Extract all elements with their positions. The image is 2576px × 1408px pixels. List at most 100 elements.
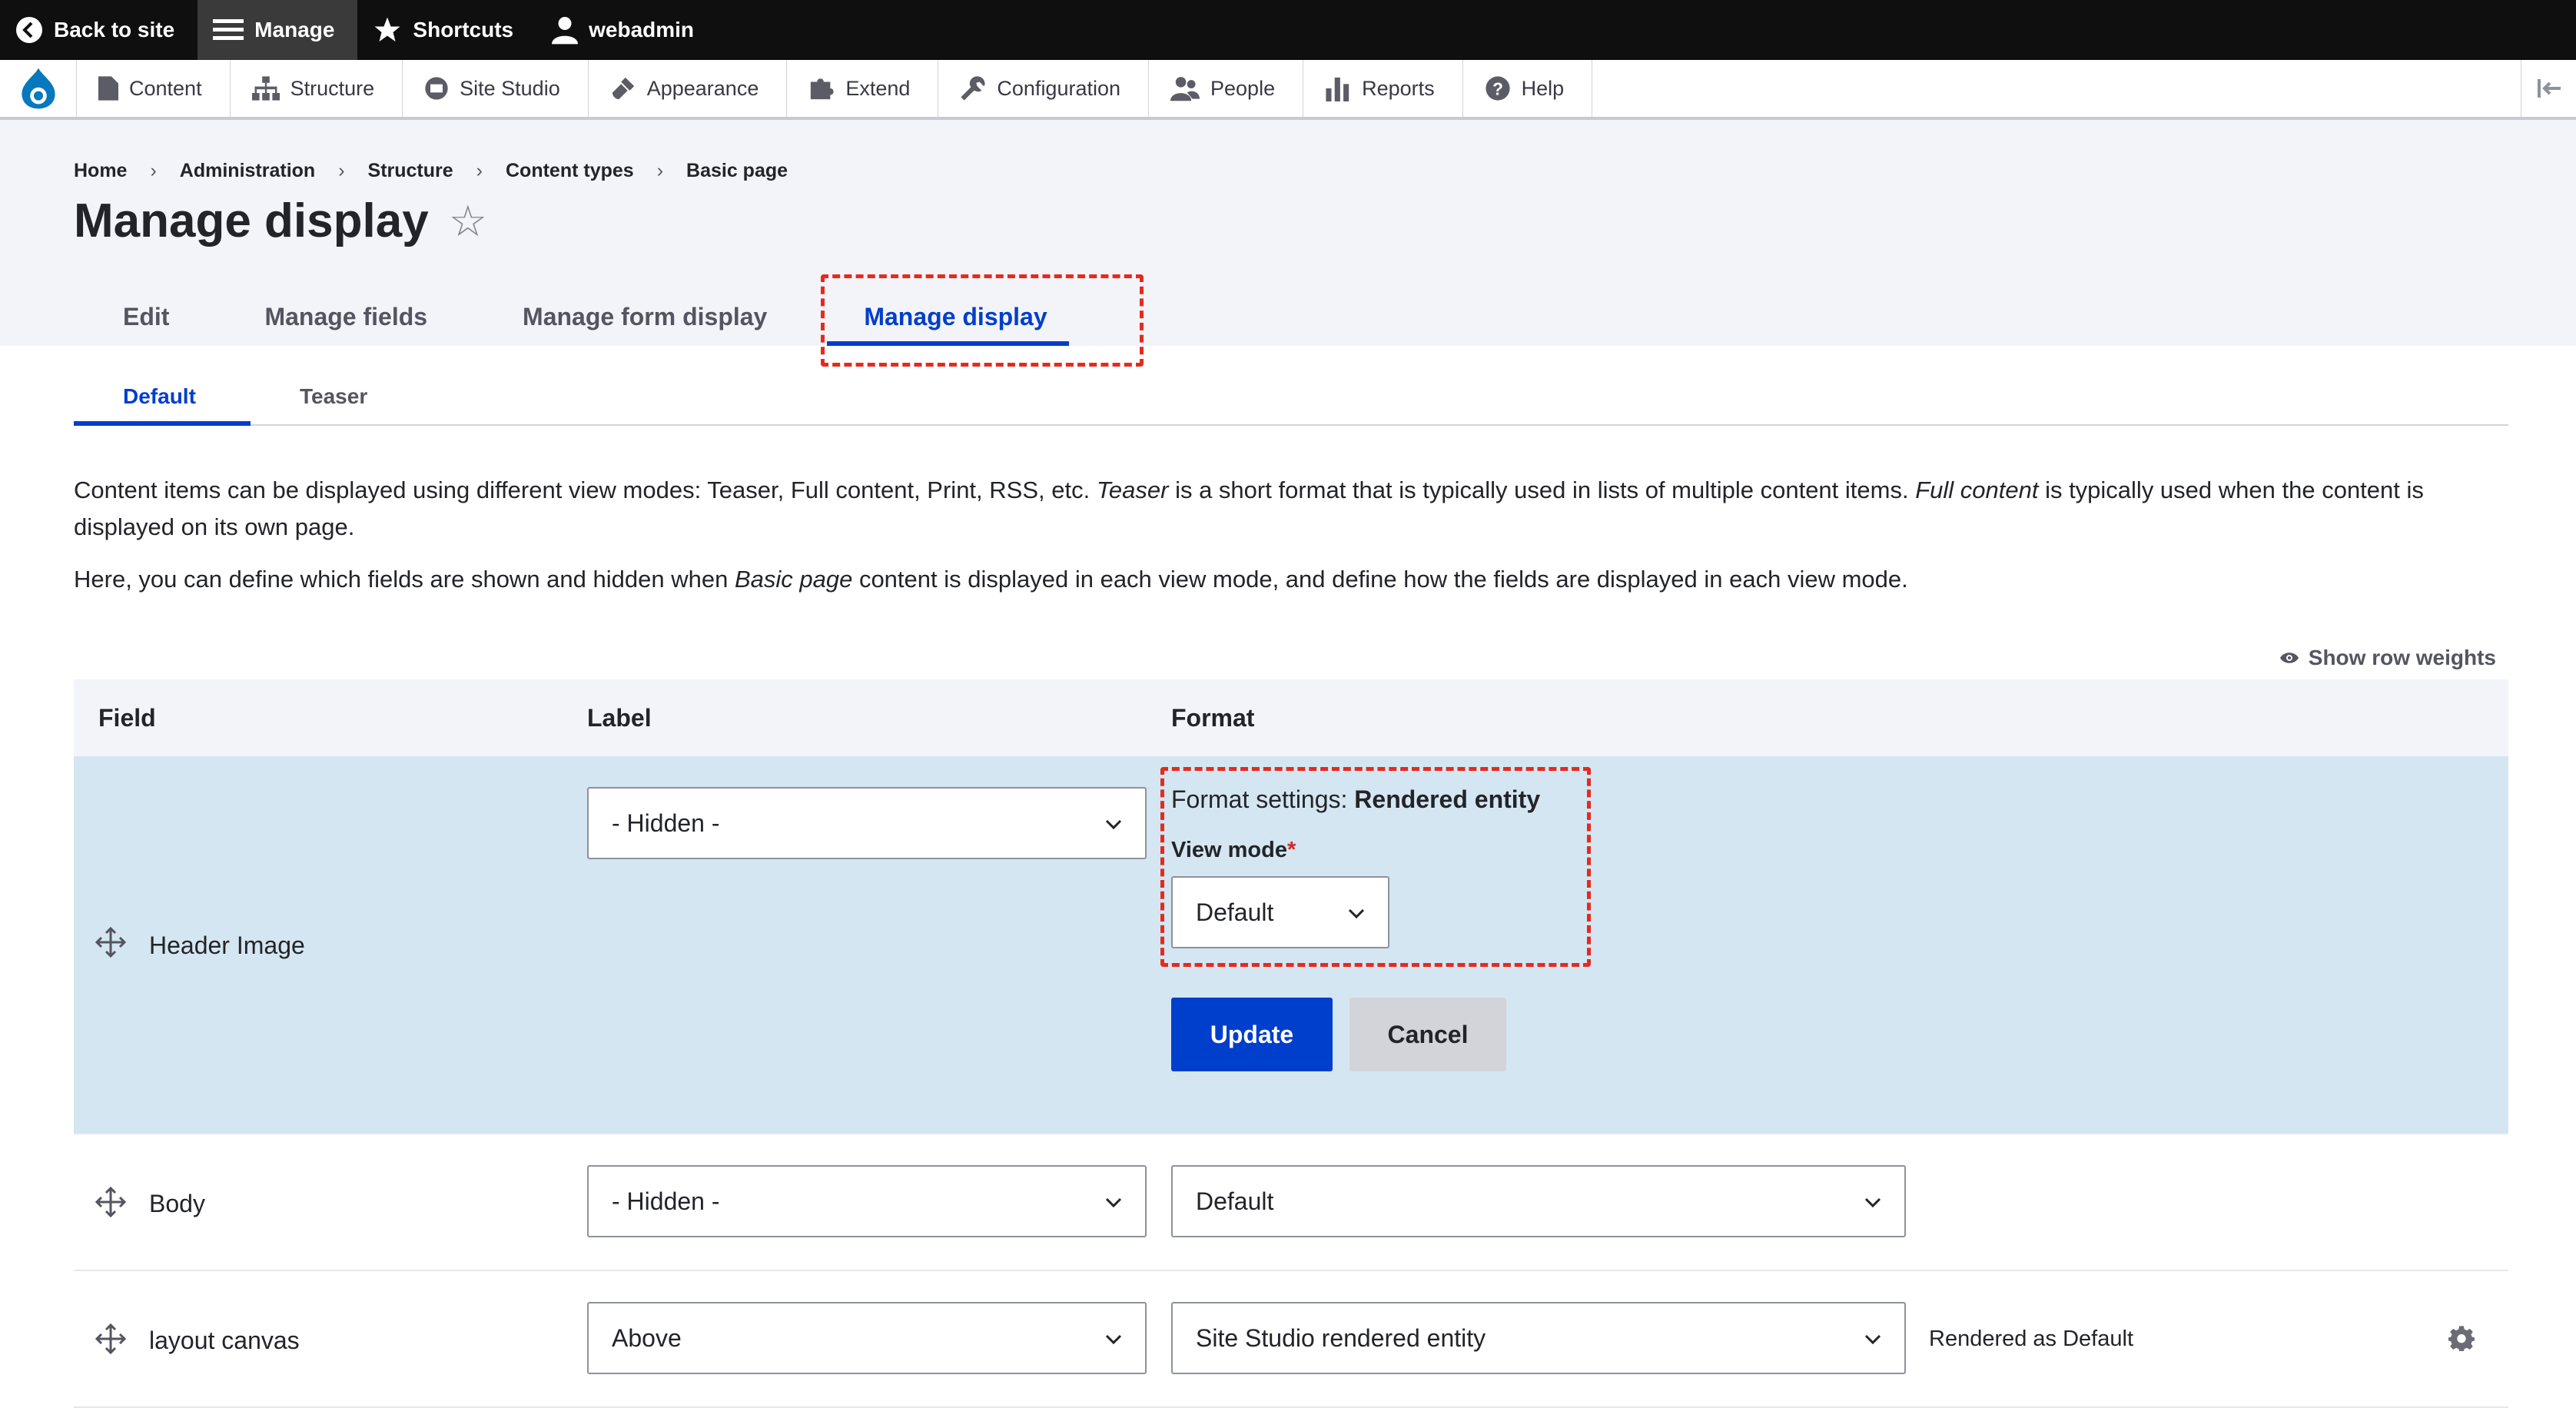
format-select-value: Default bbox=[1196, 1187, 1274, 1215]
breadcrumb-separator: › bbox=[338, 160, 345, 181]
label-select-value: Above bbox=[612, 1323, 682, 1352]
menu-help[interactable]: ? Help bbox=[1463, 60, 1593, 117]
admin-menu-tray: Content Structure Site Studio Appearance… bbox=[0, 60, 2576, 120]
drupal-drop-icon bbox=[21, 68, 55, 109]
menu-appearance-label: Appearance bbox=[646, 76, 759, 100]
chevron-down-icon bbox=[1105, 1197, 1122, 1208]
header-format: Format bbox=[1171, 703, 1255, 732]
manage-label: Manage bbox=[254, 18, 335, 42]
field-name: layout canvas bbox=[149, 1327, 300, 1354]
user-tab[interactable]: webadmin bbox=[536, 0, 717, 60]
hamburger-icon bbox=[213, 19, 244, 40]
chevron-down-icon bbox=[1105, 819, 1122, 830]
menu-content-label: Content bbox=[129, 76, 202, 100]
breadcrumb-administration[interactable]: Administration bbox=[180, 160, 315, 182]
table-row: layout canvas Above Site Studio rendered… bbox=[74, 1271, 2508, 1408]
breadcrumb: Home › Administration › Structure › Cont… bbox=[74, 160, 788, 182]
format-select[interactable]: Default bbox=[1171, 1165, 1906, 1237]
back-to-site-label: Back to site bbox=[54, 18, 175, 42]
tab-manage-fields[interactable]: Manage fields bbox=[218, 287, 476, 346]
label-select[interactable]: - Hidden - bbox=[587, 1165, 1147, 1237]
manage-tab[interactable]: Manage bbox=[198, 0, 358, 60]
page-title: Manage display ☆ bbox=[74, 194, 487, 248]
menu-configuration-label: Configuration bbox=[997, 76, 1121, 100]
breadcrumb-separator: › bbox=[656, 160, 664, 181]
bar-chart-icon bbox=[1326, 77, 1349, 101]
breadcrumb-structure[interactable]: Structure bbox=[368, 160, 453, 182]
add-shortcut-star-icon[interactable]: ☆ bbox=[449, 196, 487, 247]
show-row-weights-button[interactable]: Show row weights bbox=[2279, 646, 2496, 670]
back-arrow-icon bbox=[16, 17, 42, 43]
show-row-weights-label: Show row weights bbox=[2308, 646, 2496, 669]
tab-edit[interactable]: Edit bbox=[74, 287, 218, 346]
breadcrumb-separator: › bbox=[150, 160, 157, 181]
menu-people-label: People bbox=[1210, 76, 1276, 100]
label-select-value: - Hidden - bbox=[612, 809, 720, 837]
menu-structure-label: Structure bbox=[290, 76, 375, 100]
shortcuts-tab[interactable]: Shortcuts bbox=[357, 0, 536, 60]
format-select[interactable]: Site Studio rendered entity bbox=[1171, 1302, 1906, 1374]
tab-manage-form-display[interactable]: Manage form display bbox=[476, 287, 816, 346]
cancel-button[interactable]: Cancel bbox=[1349, 998, 1506, 1071]
site-studio-icon bbox=[425, 77, 448, 100]
user-label: webadmin bbox=[589, 18, 695, 42]
menu-appearance[interactable]: Appearance bbox=[589, 60, 788, 117]
secondary-tabs: Default Teaser bbox=[74, 369, 2508, 426]
menu-structure[interactable]: Structure bbox=[231, 60, 403, 117]
chevron-down-icon bbox=[1864, 1197, 1881, 1208]
people-icon bbox=[1170, 77, 1200, 101]
header-label: Label bbox=[587, 703, 652, 732]
breadcrumb-basic-page[interactable]: Basic page bbox=[686, 160, 788, 182]
chevron-down-icon bbox=[1105, 1334, 1122, 1345]
menu-people[interactable]: People bbox=[1149, 60, 1304, 117]
label-select[interactable]: Above bbox=[587, 1302, 1147, 1374]
update-button[interactable]: Update bbox=[1171, 998, 1333, 1071]
menu-site-studio-label: Site Studio bbox=[460, 76, 560, 100]
collapse-tray-button[interactable] bbox=[2521, 60, 2576, 117]
table-row: Body - Hidden - Default bbox=[74, 1134, 2508, 1271]
menu-help-label: Help bbox=[1521, 76, 1565, 100]
chevron-down-icon bbox=[1864, 1334, 1881, 1345]
drag-handle-icon[interactable] bbox=[95, 927, 126, 958]
sitemap-icon bbox=[251, 76, 280, 101]
format-summary: Rendered as Default bbox=[1929, 1327, 2133, 1351]
breadcrumb-home[interactable]: Home bbox=[74, 160, 127, 182]
wrench-icon bbox=[961, 76, 985, 101]
menu-content[interactable]: Content bbox=[77, 60, 231, 117]
header-field: Field bbox=[98, 703, 156, 732]
drag-handle-icon[interactable] bbox=[95, 1323, 126, 1354]
breadcrumb-content-types[interactable]: Content types bbox=[506, 160, 634, 182]
field-name: Body bbox=[149, 1190, 205, 1217]
collapse-icon bbox=[2537, 79, 2561, 98]
back-to-site-link[interactable]: Back to site bbox=[0, 0, 198, 60]
user-icon bbox=[552, 17, 579, 45]
shortcuts-label: Shortcuts bbox=[413, 18, 514, 42]
menu-configuration[interactable]: Configuration bbox=[938, 60, 1150, 117]
file-icon bbox=[98, 76, 118, 101]
help-icon: ? bbox=[1486, 76, 1510, 101]
menu-reports-label: Reports bbox=[1362, 76, 1435, 100]
tab-default[interactable]: Default bbox=[74, 369, 251, 426]
menu-reports[interactable]: Reports bbox=[1303, 60, 1463, 117]
puzzle-icon bbox=[811, 78, 834, 100]
description-paragraph-1: Content items can be displayed using dif… bbox=[74, 477, 2424, 540]
gear-icon[interactable] bbox=[2448, 1325, 2475, 1351]
breadcrumb-separator: › bbox=[476, 160, 483, 181]
highlight-annotation-format bbox=[1160, 767, 1591, 967]
label-select[interactable]: - Hidden - bbox=[587, 787, 1147, 859]
eye-icon bbox=[2279, 653, 2299, 663]
menu-site-studio[interactable]: Site Studio bbox=[403, 60, 589, 117]
paintbrush-icon bbox=[612, 77, 634, 100]
table-row: Header Image - Hidden - Format settings:… bbox=[74, 756, 2508, 1134]
page-title-text: Manage display bbox=[74, 194, 429, 247]
star-icon bbox=[374, 17, 400, 42]
description-paragraph-2: Here, you can define which fields are sh… bbox=[74, 566, 1908, 593]
drupal-logo[interactable] bbox=[0, 60, 77, 117]
menu-extend-label: Extend bbox=[845, 76, 911, 100]
highlight-annotation-tab bbox=[821, 274, 1144, 367]
drag-handle-icon[interactable] bbox=[95, 1187, 126, 1217]
menu-extend[interactable]: Extend bbox=[787, 60, 939, 117]
tab-teaser[interactable]: Teaser bbox=[251, 369, 417, 424]
description: Content items can be displayed using dif… bbox=[74, 472, 2518, 613]
format-select-value: Site Studio rendered entity bbox=[1196, 1323, 1486, 1352]
